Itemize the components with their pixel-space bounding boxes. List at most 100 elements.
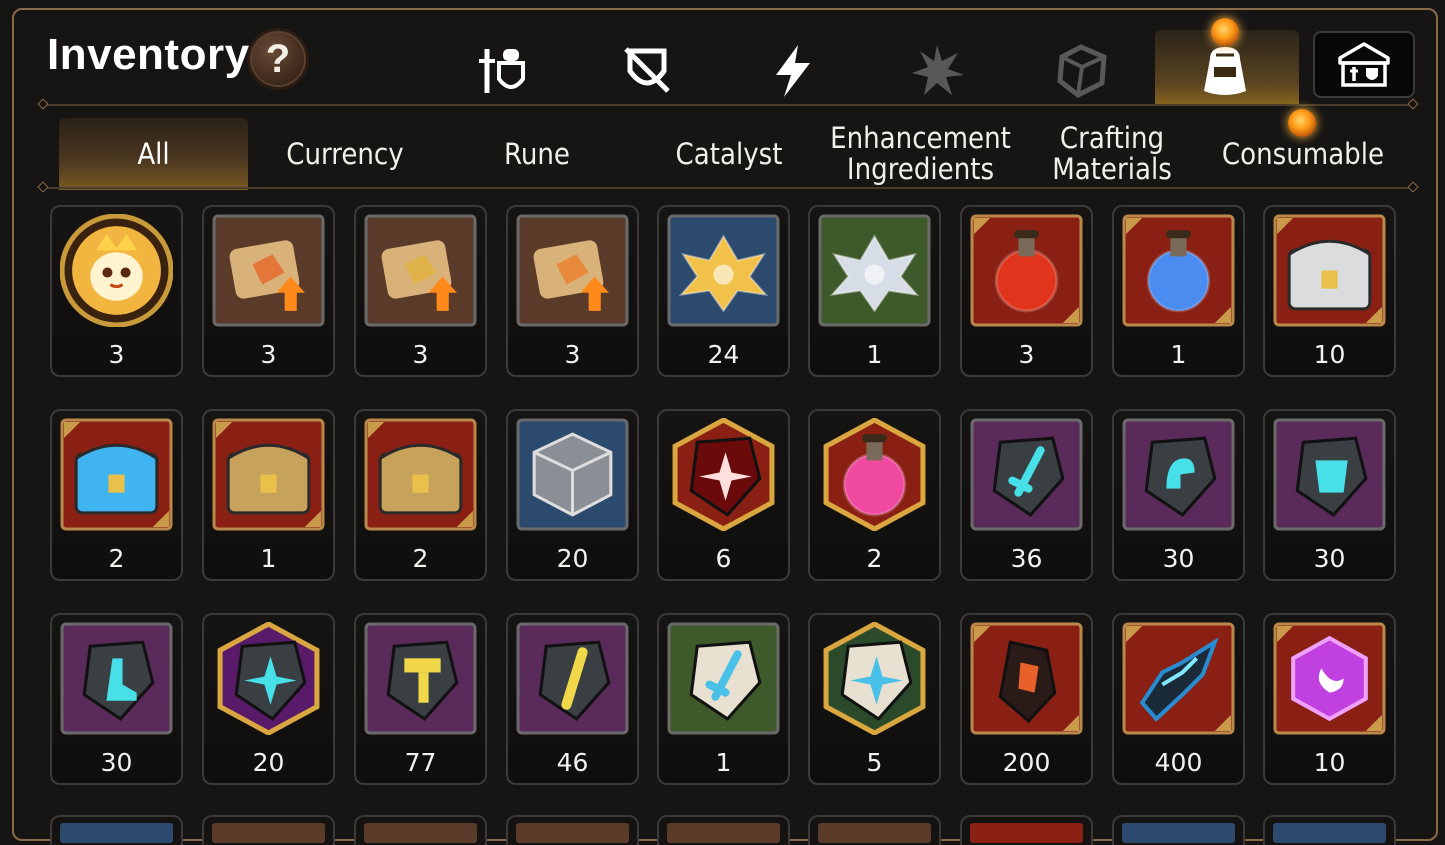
crystal-shard-icon: [1122, 622, 1235, 735]
inventory-slot[interactable]: 36: [960, 409, 1093, 581]
guild-crest-icon: [1338, 41, 1390, 87]
inventory-slot[interactable]: 30: [1112, 409, 1245, 581]
moon-gem-icon: [1273, 622, 1386, 735]
tab-label: Enhancement Ingredients: [830, 121, 1011, 186]
pale-star-stone-icon: [823, 622, 926, 735]
inventory-slot[interactable]: 2: [354, 409, 487, 581]
inventory-slot[interactable]: 1: [657, 613, 790, 785]
item-count: 3: [260, 340, 277, 369]
item-image: [212, 622, 325, 735]
item-image: [60, 418, 173, 531]
inventory-slot[interactable]: 30: [1263, 409, 1396, 581]
item-count: 1: [260, 544, 277, 573]
divider-ornament: [37, 98, 49, 110]
category-tab-burst[interactable]: [902, 35, 972, 105]
category-tab-cube[interactable]: [1046, 35, 1116, 105]
inventory-slot[interactable]: 46: [506, 613, 639, 785]
inventory-slot[interactable]: 3: [202, 205, 335, 377]
star-rune-icon: [217, 622, 320, 735]
inventory-slot[interactable]: 10: [1263, 205, 1396, 377]
inventory-slot-partial[interactable]: [506, 815, 639, 845]
boot-rune-icon: [60, 622, 173, 735]
inventory-slot[interactable]: 24: [657, 205, 790, 377]
silver-lotus-icon: [818, 214, 931, 327]
white-chest-icon: [1273, 214, 1386, 327]
tab-rune[interactable]: Rune: [442, 118, 632, 190]
inventory-slot-partial[interactable]: [1112, 815, 1245, 845]
notification-dot: [1211, 18, 1239, 46]
item-image: [364, 418, 477, 531]
help-button[interactable]: ?: [247, 28, 309, 90]
item-image: [212, 214, 325, 327]
inventory-slot[interactable]: 77: [354, 613, 487, 785]
inventory-slot[interactable]: 3: [960, 205, 1093, 377]
item-count: 30: [1162, 544, 1195, 573]
header-divider: [45, 104, 1415, 106]
item-image: [667, 622, 780, 735]
item-image: [667, 418, 780, 531]
item-image: [667, 823, 780, 843]
tab-crafting-materials[interactable]: Crafting Materials: [1017, 118, 1207, 190]
item-image: [1122, 418, 1235, 531]
item-image: [1273, 823, 1386, 843]
category-tab-shield-crossed[interactable]: [612, 35, 682, 105]
tab-label: Crafting Materials: [1052, 121, 1172, 186]
inventory-slot-partial[interactable]: [657, 815, 790, 845]
inventory-slot-partial[interactable]: [808, 815, 941, 845]
pink-potion-icon: [823, 418, 926, 531]
gold-lotus-icon: [667, 214, 780, 327]
item-count: 1: [866, 340, 883, 369]
divider-ornament: [1407, 181, 1419, 193]
inventory-slot[interactable]: 6: [657, 409, 790, 581]
guild-button[interactable]: [1313, 31, 1415, 98]
inventory-window: Inventory ? All Currency Rune Catalyst Enhan…: [0, 0, 1445, 845]
category-tab-equipment[interactable]: [467, 35, 537, 105]
inventory-slot[interactable]: 30: [50, 613, 183, 785]
item-image: [970, 214, 1083, 327]
inventory-slot[interactable]: 20: [506, 409, 639, 581]
inventory-slot[interactable]: 200: [960, 613, 1093, 785]
inventory-slot[interactable]: 1: [808, 205, 941, 377]
item-count: 2: [108, 544, 125, 573]
tab-enhancement-ingredients[interactable]: Enhancement Ingredients: [825, 118, 1016, 190]
tab-all[interactable]: All: [59, 118, 248, 190]
inventory-slot-partial[interactable]: [960, 815, 1093, 845]
item-count: 3: [1018, 340, 1035, 369]
helm-rune-icon: [1122, 418, 1235, 531]
item-image: [667, 214, 780, 327]
inventory-slot[interactable]: 1: [1112, 205, 1245, 377]
category-tab-lightning[interactable]: [758, 35, 828, 105]
inventory-slot[interactable]: 400: [1112, 613, 1245, 785]
inventory-slot[interactable]: 3: [354, 205, 487, 377]
inventory-slot[interactable]: 5: [808, 613, 941, 785]
item-count: 36: [1010, 544, 1043, 573]
item-count: 10: [1313, 340, 1346, 369]
tab-catalyst[interactable]: Catalyst: [634, 118, 824, 190]
inventory-slot[interactable]: 10: [1263, 613, 1396, 785]
item-count: 6: [715, 544, 732, 573]
inventory-slot-partial[interactable]: [1263, 815, 1396, 845]
item-count: 1: [715, 748, 732, 777]
inventory-slot-partial[interactable]: [354, 815, 487, 845]
tab-label: Consumable: [1221, 136, 1385, 171]
item-count: 20: [252, 748, 285, 777]
tab-label: All: [137, 136, 170, 171]
inventory-slot-partial[interactable]: [202, 815, 335, 845]
inventory-slot[interactable]: 3: [506, 205, 639, 377]
inventory-slot[interactable]: 2: [50, 409, 183, 581]
item-count: 20: [556, 544, 589, 573]
bag-icon: [1204, 47, 1246, 95]
dark-chest-icon: [212, 418, 325, 531]
item-count: 200: [1002, 748, 1051, 777]
inventory-slot[interactable]: 3: [50, 205, 183, 377]
equipment-icon: [479, 49, 525, 93]
inventory-slot[interactable]: 20: [202, 613, 335, 785]
inventory-slot[interactable]: 2: [808, 409, 941, 581]
item-image: [60, 823, 173, 843]
inventory-slot[interactable]: 1: [202, 409, 335, 581]
item-count: 2: [866, 544, 883, 573]
item-image: [516, 622, 629, 735]
item-image: [364, 823, 477, 843]
inventory-slot-partial[interactable]: [50, 815, 183, 845]
tab-currency[interactable]: Currency: [250, 118, 440, 190]
